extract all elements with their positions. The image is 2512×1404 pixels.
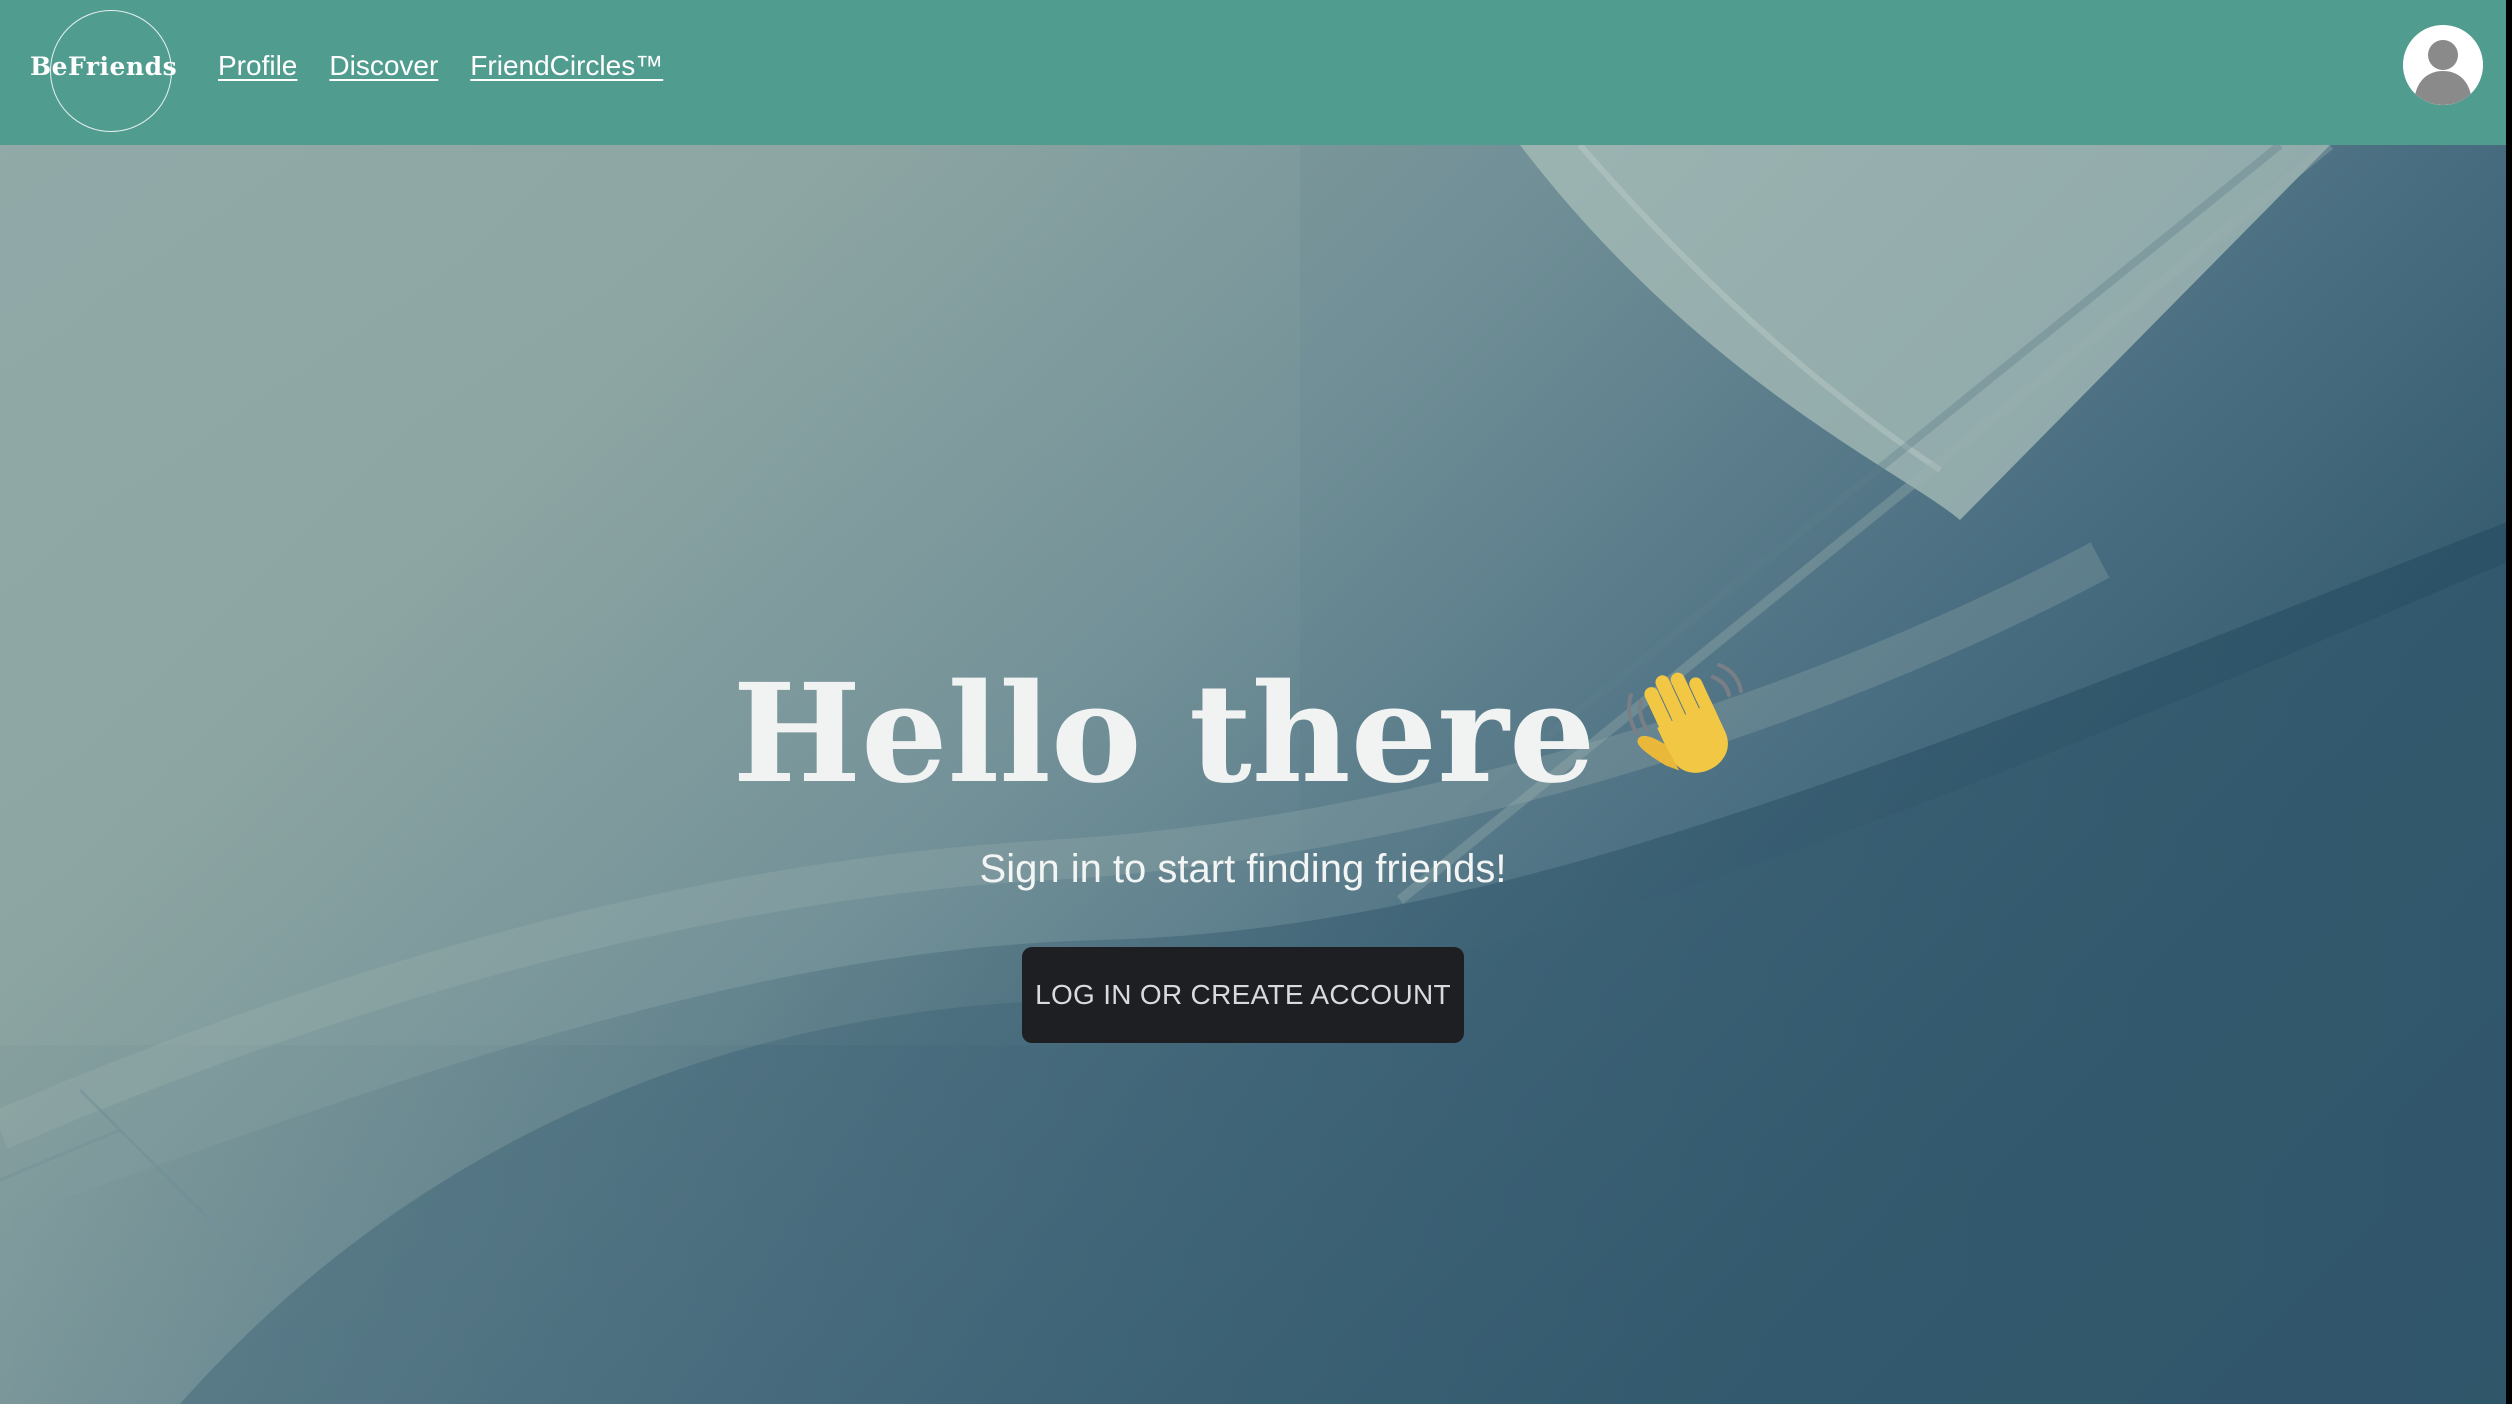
window-edge (2506, 0, 2512, 1404)
hero-subtitle: Sign in to start finding friends! (979, 847, 1507, 891)
user-avatar-button[interactable] (2403, 25, 2483, 105)
nav-link-discover[interactable]: Discover (329, 50, 438, 82)
brand-logo-text[interactable]: BeFriends (30, 52, 177, 81)
hero-headline: Hello there (0, 655, 2486, 802)
top-navigation-bar: BeFriends Profile Discover FriendCircles… (0, 0, 2506, 145)
main-nav: Profile Discover FriendCircles™ (218, 50, 663, 82)
hero-headline-text: Hello there (732, 654, 1596, 814)
avatar-icon (2403, 25, 2483, 105)
login-or-create-account-button[interactable]: LOG IN OR CREATE ACCOUNT (1022, 947, 1464, 1043)
nav-link-profile[interactable]: Profile (218, 50, 297, 82)
hero-section: Hello there Sign in to start finding fri… (0, 145, 2506, 1404)
waving-hand-icon (1623, 655, 1753, 785)
nav-link-friendcircles[interactable]: FriendCircles™ (470, 50, 663, 82)
